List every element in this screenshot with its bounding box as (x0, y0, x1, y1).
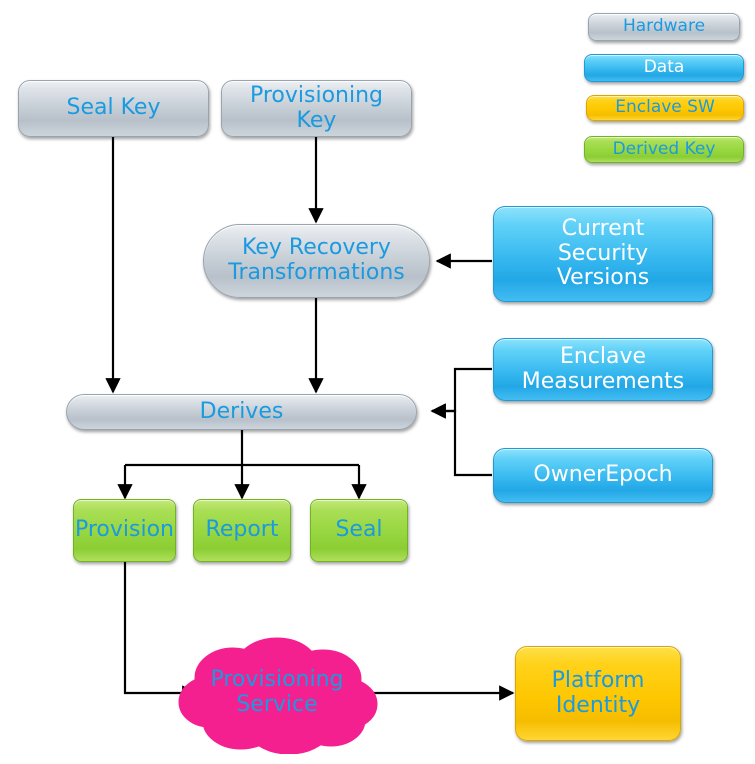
diagram-canvas: Hardware Data Enclave SW Derived Key Sea… (0, 0, 755, 764)
legend-item-hardware: Hardware (588, 13, 740, 41)
edge-enclave-measurements-to-derives (430, 367, 492, 419)
legend-item-data: Data (584, 54, 744, 82)
node-label-derives: Derives (199, 398, 284, 424)
node-label-platform-identity: Platform Identity (551, 667, 645, 718)
node-owner-epoch[interactable]: OwnerEpoch (493, 448, 713, 503)
node-provision[interactable]: Provision (73, 499, 176, 562)
node-label-provision: Provision (74, 517, 174, 543)
node-label-current-security-versions: Current Security Versions (556, 216, 650, 291)
node-label-seal: Seal (335, 517, 383, 543)
legend-label-hardware: Hardware (622, 16, 706, 37)
node-platform-identity[interactable]: Platform Identity (515, 646, 681, 741)
node-derives[interactable]: Derives (66, 394, 417, 430)
node-seal-key[interactable]: Seal Key (18, 80, 209, 137)
node-seal[interactable]: Seal (310, 499, 408, 562)
node-enclave-measurements[interactable]: Enclave Measurements (493, 338, 713, 401)
node-label-owner-epoch: OwnerEpoch (533, 462, 673, 488)
legend-label-enclave-sw: Enclave SW (615, 97, 715, 118)
legend-label-data: Data (643, 57, 685, 78)
node-label-report: Report (205, 517, 279, 543)
node-label-seal-key: Seal Key (66, 95, 161, 121)
node-label-key-recovery-transformations: Key Recovery Transformations (228, 235, 405, 285)
legend-item-enclave-sw: Enclave SW (586, 95, 744, 121)
node-current-security-versions[interactable]: Current Security Versions (493, 206, 713, 302)
cloud-shape (178, 637, 378, 755)
node-label-provisioning-key: Provisioning Key (249, 82, 384, 133)
node-label-enclave-measurements: Enclave Measurements (521, 343, 685, 394)
node-provisioning-service[interactable]: Provisioning Service (171, 632, 383, 755)
node-provisioning-key[interactable]: Provisioning Key (221, 80, 412, 137)
legend-label-derived-key: Derived Key (612, 138, 716, 159)
node-report[interactable]: Report (193, 499, 291, 562)
legend-item-derived-key: Derived Key (584, 136, 744, 163)
node-key-recovery-transformations[interactable]: Key Recovery Transformations (203, 224, 430, 298)
edge-owner-epoch-to-derives (430, 403, 492, 477)
